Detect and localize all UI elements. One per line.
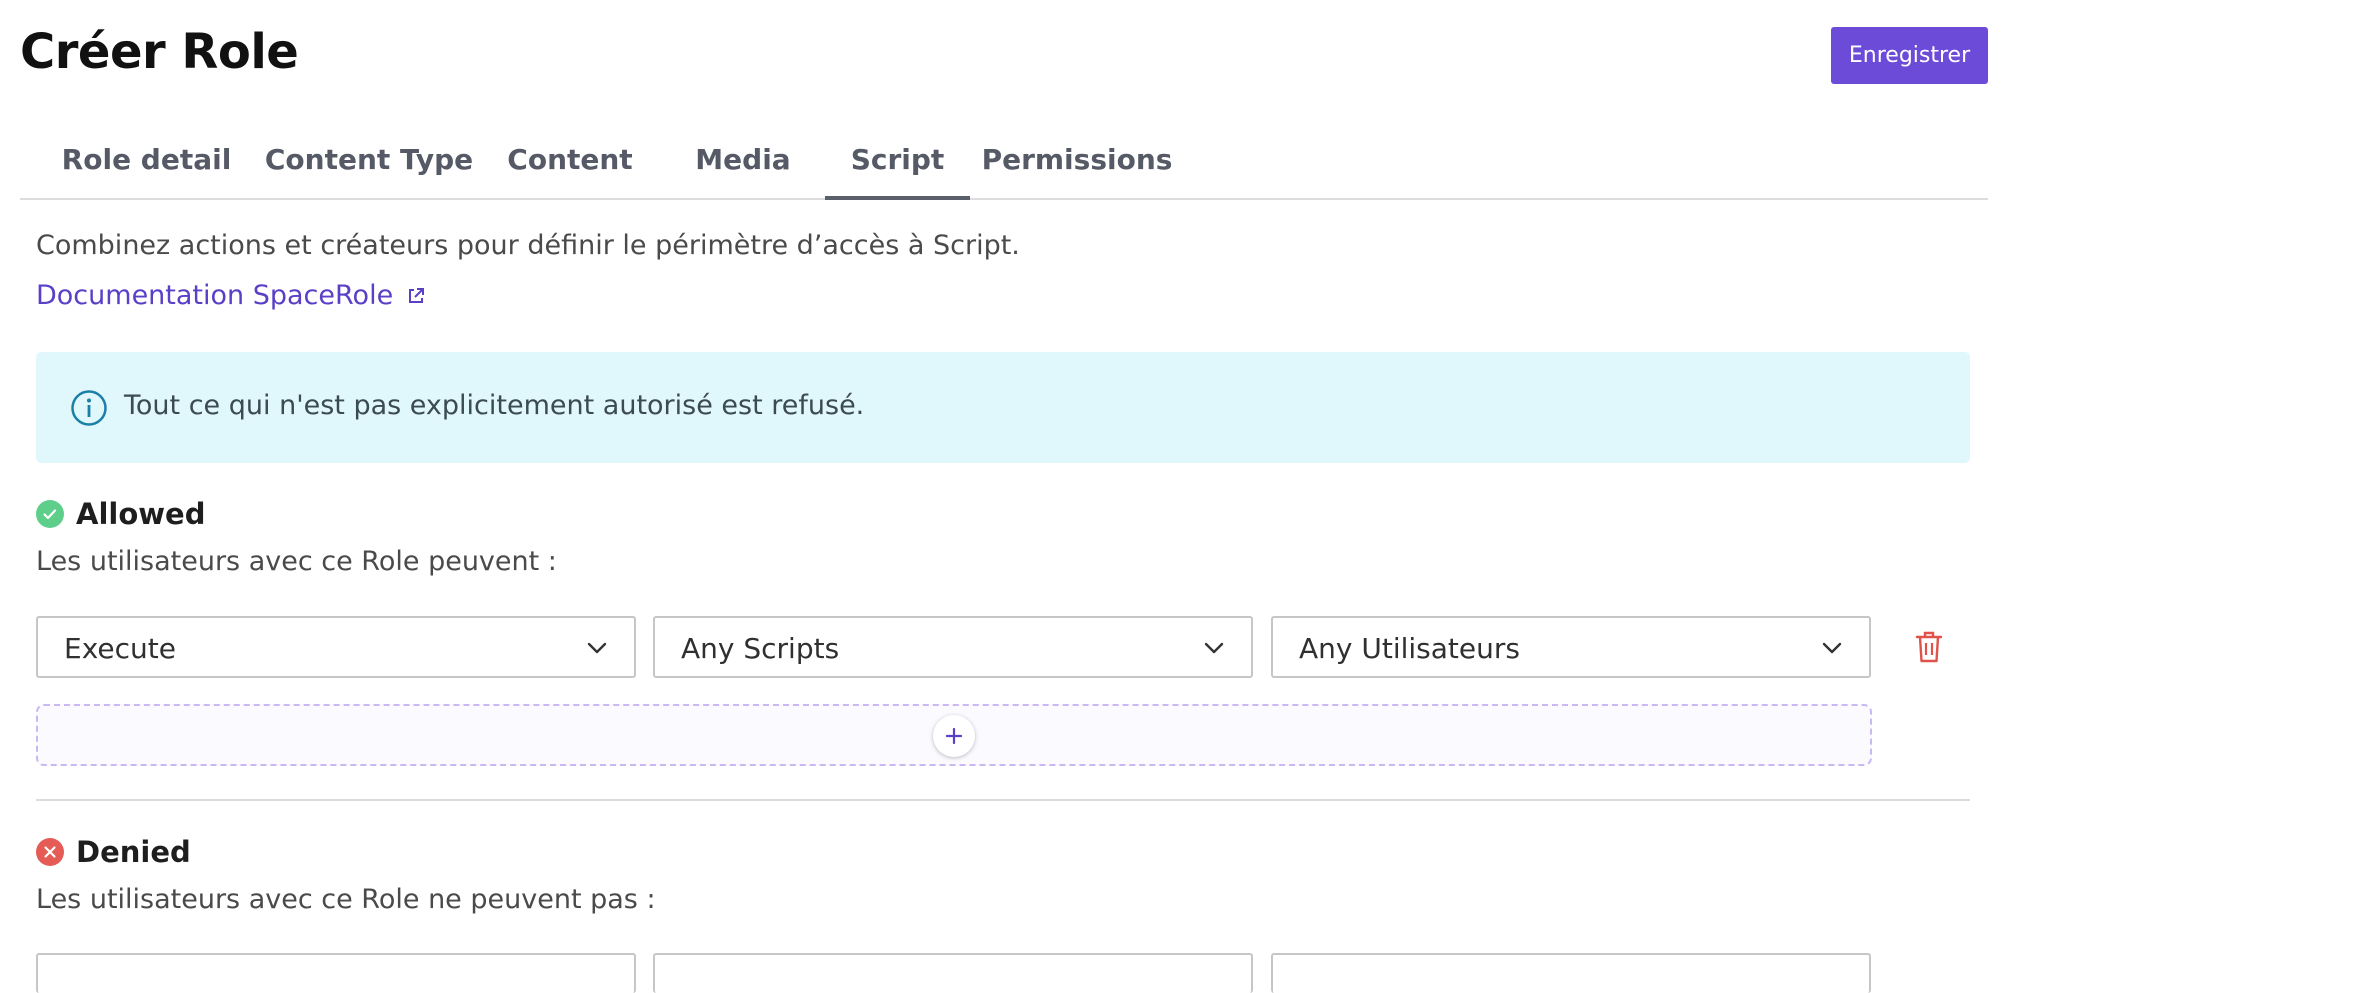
plus-icon <box>945 727 963 745</box>
info-banner: Tout ce qui n'est pas explicitement auto… <box>36 352 1970 463</box>
documentation-link-label: Documentation SpaceRole <box>36 280 394 311</box>
resource-select[interactable]: Any Scripts <box>653 616 1253 678</box>
save-button[interactable]: Enregistrer <box>1831 27 1988 84</box>
section-divider <box>36 799 1970 801</box>
chevron-down-icon <box>1204 642 1224 654</box>
denied-heading: Denied <box>36 835 191 869</box>
resource-select-value: Any Scripts <box>681 632 840 665</box>
intro-text: Combinez actions et créateurs pour défin… <box>36 230 1020 261</box>
tab-media[interactable]: Media <box>683 132 803 198</box>
external-link-icon <box>409 287 425 303</box>
chevron-down-icon <box>1822 642 1842 654</box>
info-icon <box>71 390 107 426</box>
allowed-title: Allowed <box>76 497 206 531</box>
denied-title: Denied <box>76 835 191 869</box>
add-rule-button[interactable] <box>36 704 1872 766</box>
documentation-link[interactable]: Documentation SpaceRole <box>36 280 425 311</box>
allowed-description: Les utilisateurs avec ce Role peuvent : <box>36 546 557 577</box>
page-title: Créer Role <box>20 24 299 80</box>
tab-bar: Role detail Content Type Content Media S… <box>20 132 1988 200</box>
denied-description: Les utilisateurs avec ce Role ne peuvent… <box>36 884 656 915</box>
tab-content-type[interactable]: Content Type <box>261 132 477 198</box>
chevron-down-icon <box>587 642 607 654</box>
info-text: Tout ce qui n'est pas explicitement auto… <box>124 390 865 421</box>
tab-permissions[interactable]: Permissions <box>980 132 1174 198</box>
denied-creator-select[interactable] <box>1271 953 1871 993</box>
add-rule-circle <box>933 715 975 757</box>
check-circle-icon <box>36 500 64 528</box>
tab-role-detail[interactable]: Role detail <box>52 132 241 198</box>
action-select-value: Execute <box>64 632 176 665</box>
x-circle-icon <box>36 838 64 866</box>
action-select[interactable]: Execute <box>36 616 636 678</box>
creator-select-value: Any Utilisateurs <box>1299 632 1520 665</box>
tab-script[interactable]: Script <box>825 132 970 200</box>
trash-icon[interactable] <box>1914 630 1944 664</box>
allowed-heading: Allowed <box>36 497 205 531</box>
tab-content[interactable]: Content <box>498 132 642 198</box>
denied-action-select[interactable] <box>36 953 636 993</box>
create-role-page: Créer Role Enregistrer Role detail Conte… <box>0 0 2356 993</box>
denied-resource-select[interactable] <box>653 953 1253 993</box>
creator-select[interactable]: Any Utilisateurs <box>1271 616 1871 678</box>
